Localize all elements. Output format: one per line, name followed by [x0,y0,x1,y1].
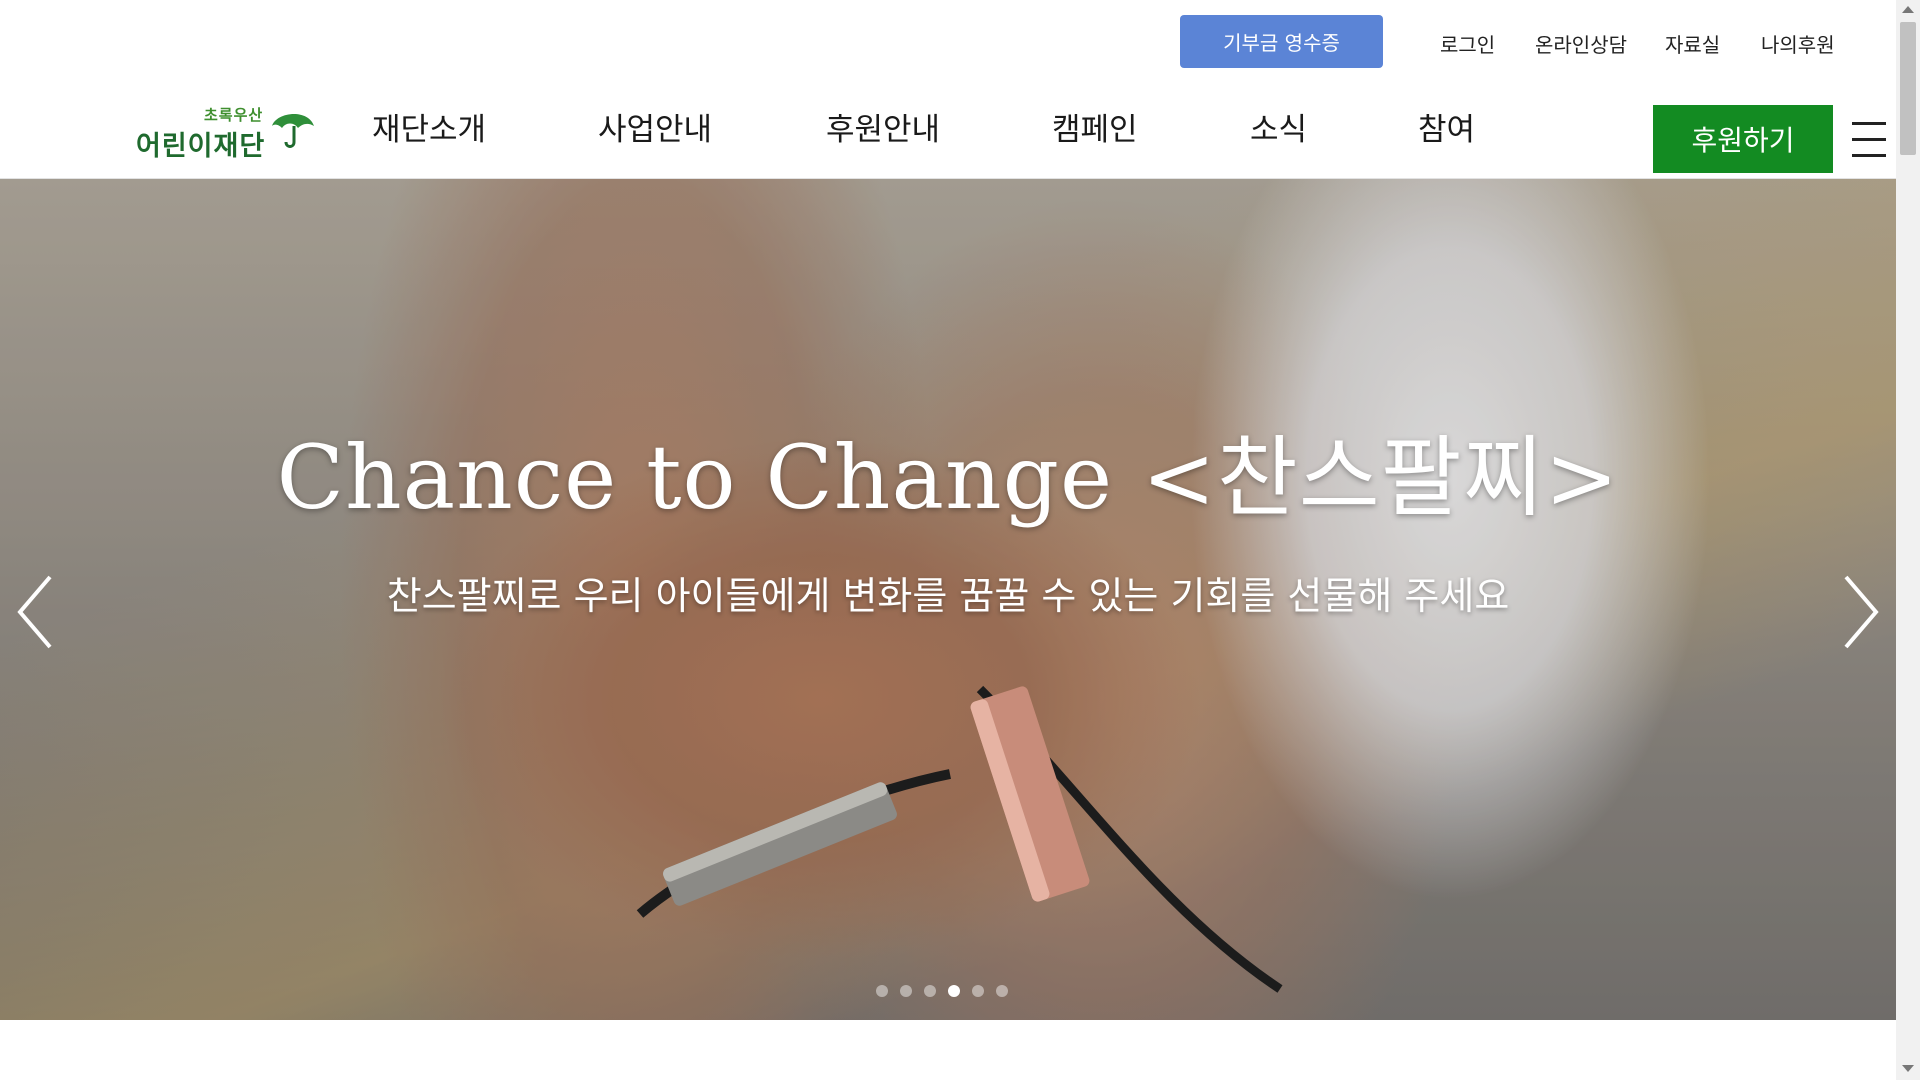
hero-subtitle: 찬스팔찌로 우리 아이들에게 변화를 꿈꿀 수 있는 기회를 선물해 주세요 [386,574,1510,618]
slide-dot[interactable] [972,985,984,997]
slide-dot[interactable] [948,985,960,997]
menu-icon[interactable] [1852,122,1886,158]
bracelet-image [636,769,951,918]
nav-campaign[interactable]: 캠페인 [1052,110,1138,150]
scroll-thumb[interactable] [1900,22,1916,155]
slide-dot[interactable] [900,985,912,997]
prev-slide-icon[interactable] [12,567,62,657]
login-link[interactable]: 로그인 [1440,32,1495,58]
hero-title: Chance to Change <찬스팔찌> [276,426,1620,529]
nav-foundation[interactable]: 재단소개 [372,110,486,150]
logo-small-text: 초록우산 [204,106,264,124]
nav-news[interactable]: 소식 [1250,110,1307,150]
archive-link[interactable]: 자료실 [1665,32,1720,58]
page-scrollbar[interactable] [1896,0,1920,1080]
donate-button[interactable]: 후원하기 [1653,105,1833,173]
utility-bar: 기부금 영수증 로그인 온라인상담 자료실 나의후원 [0,0,1896,80]
donation-receipt-button[interactable]: 기부금 영수증 [1180,15,1383,68]
logo[interactable]: 초록우산 어린이재단 [136,102,318,162]
slide-dot[interactable] [876,985,888,997]
hero-banner: Chance to Change <찬스팔찌> 찬스팔찌로 우리 아이들에게 변… [0,179,1896,1020]
nav-sponsorship[interactable]: 후원안내 [826,110,940,150]
my-donation-link[interactable]: 나의후원 [1761,32,1835,58]
logo-big-text: 어린이재단 [136,131,266,162]
online-consult-link[interactable]: 온라인상담 [1535,32,1627,58]
nav-business[interactable]: 사업안내 [598,110,712,150]
slide-dot[interactable] [924,985,936,997]
main-header: 초록우산 어린이재단 재단소개 사업안내 후원안내 캠페인 소식 참여 후원하기 [0,80,1896,179]
nav-participate[interactable]: 참여 [1418,110,1475,150]
umbrella-icon [272,113,314,148]
slide-dot[interactable] [996,985,1008,997]
next-slide-icon[interactable] [1834,567,1884,657]
bracelet-image [970,685,1283,993]
scroll-up-icon[interactable] [1902,6,1914,13]
slide-pagination [876,985,1008,999]
scroll-down-icon[interactable] [1902,1065,1914,1072]
